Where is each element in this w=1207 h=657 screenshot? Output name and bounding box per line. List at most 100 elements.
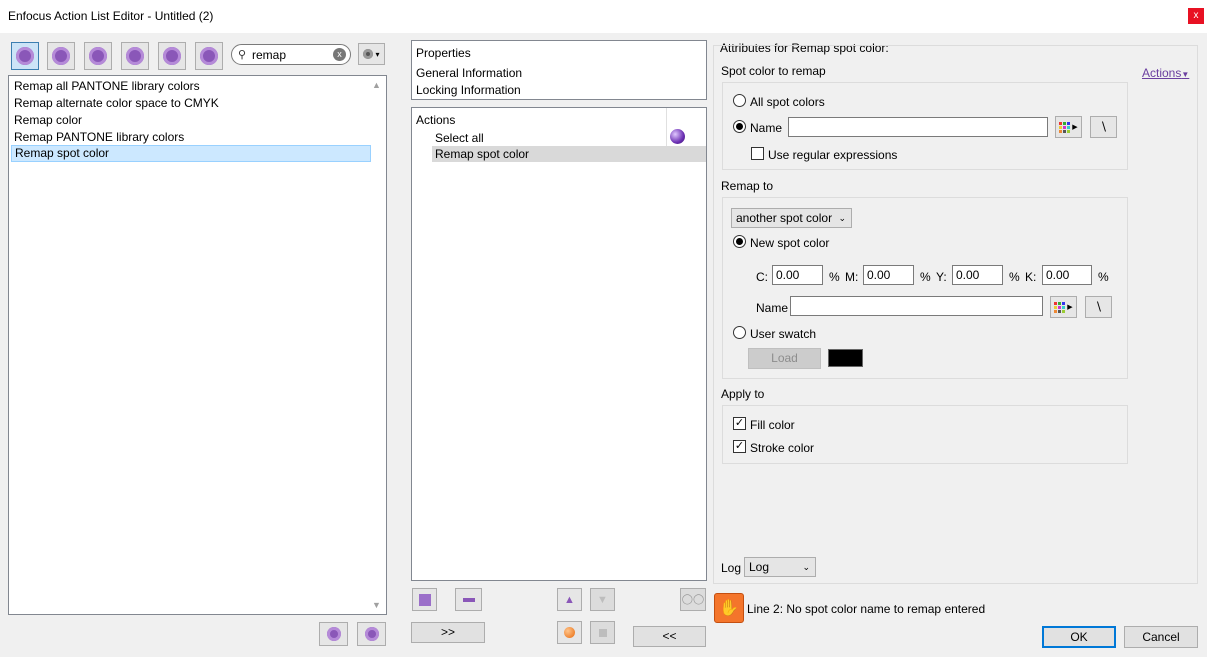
magenta-input[interactable] [863, 265, 914, 285]
swatch-preview [828, 349, 863, 367]
list-item-selected[interactable]: Remap spot color [11, 145, 371, 162]
ok-button[interactable]: OK [1042, 626, 1116, 648]
swatch-grid-icon [1054, 301, 1066, 313]
fill-color-label: Fill color [750, 418, 795, 432]
gear-refresh-icon-button[interactable] [84, 42, 112, 70]
new-eyedropper-button[interactable]: ∖ [1085, 296, 1112, 318]
gear-check-icon [126, 47, 144, 65]
remap-target-select[interactable]: another spot color ⌄ [731, 208, 852, 228]
close-button[interactable]: x [1188, 8, 1204, 24]
magenta-label: M: [845, 270, 859, 284]
group-actions-button[interactable] [412, 588, 437, 611]
group-icon [418, 593, 431, 606]
list-item[interactable]: Remap all PANTONE library colors [11, 78, 371, 95]
stroke-color-checkbox[interactable]: ✓ [733, 440, 746, 453]
cyan-label: C: [756, 270, 768, 284]
gear-search-icon [52, 47, 70, 65]
gear-info-icon-button[interactable] [158, 42, 186, 70]
cyan-unit: % [829, 270, 840, 284]
list-item[interactable]: Remap PANTONE library colors [11, 129, 371, 146]
use-regex-checkbox[interactable] [751, 147, 764, 160]
status-orb-icon [670, 129, 685, 144]
chevron-up-icon[interactable]: ▲ [372, 80, 381, 90]
vertical-scrollbar[interactable]: ▲ ▼ [370, 77, 385, 613]
add-to-list-button[interactable]: >> [411, 622, 485, 643]
eyedropper-icon: ∖ [1099, 120, 1108, 134]
clear-search-icon[interactable]: x [333, 48, 346, 61]
actions-link-label: Actions [1142, 66, 1182, 80]
stop-button[interactable] [590, 621, 615, 644]
spot-name-input[interactable] [788, 117, 1048, 137]
stop-icon [598, 628, 607, 637]
swatch-grid-icon [1059, 121, 1071, 133]
magenta-unit: % [920, 270, 931, 284]
gear-check-icon-button[interactable] [121, 42, 149, 70]
spot-section-title: Spot color to remap [721, 64, 826, 78]
action-row-select-all[interactable]: Select all [432, 130, 706, 146]
log-value: Log [749, 560, 770, 574]
actions-header: Actions [416, 113, 456, 127]
user-swatch-radio[interactable] [733, 326, 746, 339]
record-button[interactable] [557, 621, 582, 644]
new-spot-name-input[interactable] [790, 296, 1043, 316]
triangle-down-icon: ▼ [597, 593, 608, 606]
properties-item-general[interactable]: General Information [416, 66, 522, 80]
gear-add-icon [326, 627, 341, 641]
properties-panel: Properties General Information Locking I… [411, 40, 707, 100]
properties-item-locking[interactable]: Locking Information [416, 83, 521, 97]
new-spot-color-label: New spot color [750, 236, 830, 250]
new-name-label: Name [756, 301, 789, 315]
warning-hand-icon: ✋ [714, 593, 744, 623]
actions-link[interactable]: Actions▼ [1142, 66, 1189, 80]
action-library-list[interactable]: Remap all PANTONE library colors Remap a… [8, 75, 387, 615]
color-picker-button[interactable]: ▶ [1055, 116, 1082, 138]
new-action-button[interactable] [319, 622, 348, 646]
actions-panel[interactable]: Actions Select all Remap spot color [411, 107, 707, 581]
eyedropper-icon: ∖ [1094, 300, 1103, 314]
yellow-input[interactable] [952, 265, 1003, 285]
black-input[interactable] [1042, 265, 1092, 285]
move-down-button[interactable]: ▼ [590, 588, 615, 611]
status-message: Line 2: No spot color name to remap ente… [747, 602, 986, 616]
new-spot-color-radio[interactable] [733, 235, 746, 248]
yellow-label: Y: [936, 270, 947, 284]
triangle-up-icon: ▲ [564, 593, 575, 606]
log-label: Log [721, 561, 742, 575]
cyan-input[interactable] [772, 265, 823, 285]
load-swatch-button[interactable]: Load [748, 348, 821, 369]
glasses-icon: ◯◯ [681, 594, 705, 605]
chevron-down-icon[interactable]: ▼ [372, 600, 381, 610]
search-box[interactable]: ⚲ x [231, 44, 351, 65]
move-up-button[interactable]: ▲ [557, 588, 582, 611]
gear-info-icon [163, 47, 181, 65]
eyedropper-button[interactable]: ∖ [1090, 116, 1117, 138]
log-select[interactable]: Log ⌄ [744, 557, 816, 577]
chevron-down-icon: ▾ [375, 49, 380, 59]
gear-icon-button[interactable] [11, 42, 39, 70]
remove-action-button[interactable] [455, 588, 482, 611]
new-color-picker-button[interactable]: ▶ [1050, 296, 1077, 318]
cancel-button[interactable]: Cancel [1124, 626, 1198, 648]
yellow-unit: % [1009, 270, 1020, 284]
minus-icon [462, 597, 475, 602]
gear-wrench-icon-button[interactable] [195, 42, 223, 70]
all-spot-colors-radio[interactable] [733, 94, 746, 107]
chevron-right-icon: ▶ [1072, 124, 1078, 131]
magnifier-icon: ⚲ [238, 49, 247, 61]
gear-search-icon-button[interactable] [47, 42, 75, 70]
search-options-button[interactable]: ▾ [358, 43, 385, 65]
gear-icon [16, 47, 34, 65]
action-row-remap-spot-color[interactable]: Remap spot color [432, 146, 706, 162]
remove-from-list-button[interactable]: << [633, 626, 706, 647]
black-label: K: [1025, 270, 1037, 284]
search-input[interactable] [252, 47, 332, 62]
chevron-down-icon: ⌄ [802, 562, 810, 572]
list-item[interactable]: Remap color [11, 112, 371, 129]
fill-color-checkbox[interactable]: ✓ [733, 417, 746, 430]
name-radio[interactable] [733, 120, 746, 133]
title-bar: Enfocus Action List Editor - Untitled (2… [0, 0, 1207, 33]
list-item[interactable]: Remap alternate color space to CMYK [11, 95, 371, 112]
window-title: Enfocus Action List Editor - Untitled (2… [8, 9, 214, 23]
duplicate-action-button[interactable] [357, 622, 386, 646]
preview-button[interactable]: ◯◯ [680, 588, 706, 611]
